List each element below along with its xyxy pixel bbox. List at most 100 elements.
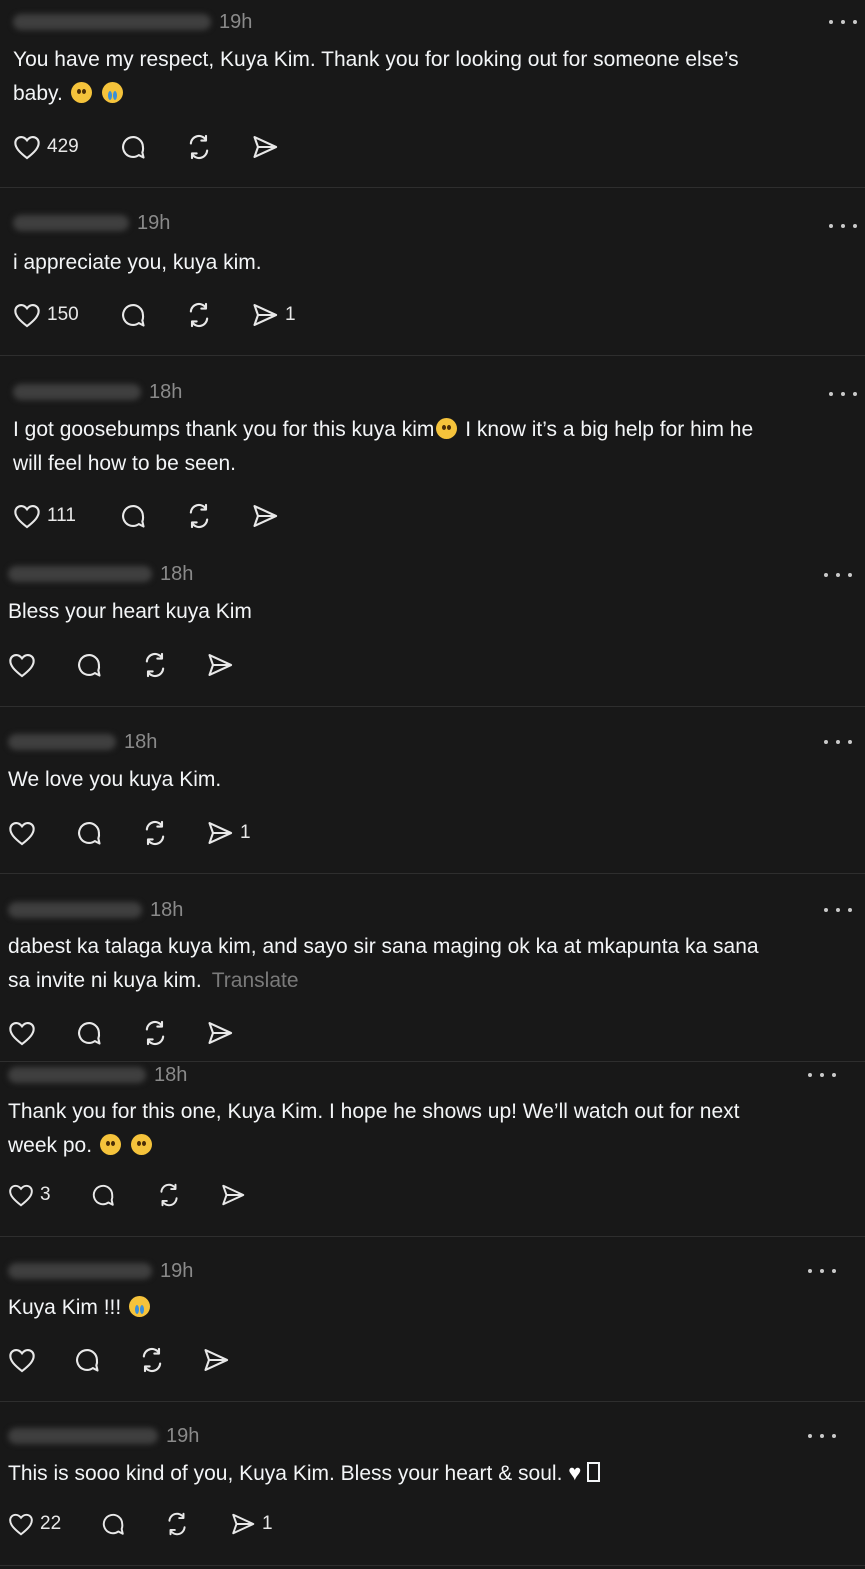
repost-button[interactable] <box>141 651 169 679</box>
post-time: 18h <box>149 380 183 403</box>
heart-icon <box>9 1184 33 1207</box>
share-button[interactable]: 1 <box>206 819 251 847</box>
repost-icon <box>168 1512 186 1536</box>
post-time: 19h <box>219 10 253 33</box>
username-blurred[interactable] <box>13 384 141 400</box>
post-text: I got goosebumps thank you for this kuya… <box>13 418 754 475</box>
comment-icon <box>78 1022 101 1045</box>
more-options-icon[interactable] <box>824 570 852 580</box>
translate-link[interactable]: Translate <box>212 969 299 992</box>
reply-button[interactable] <box>90 1182 116 1208</box>
heart-icon <box>9 1513 33 1536</box>
share-button[interactable] <box>206 1019 234 1047</box>
more-options-icon[interactable] <box>808 1070 836 1080</box>
crying-face-emoji <box>101 82 123 103</box>
post: 19h Kuya Kim !!! <box>0 1237 865 1402</box>
repost-button[interactable] <box>141 1019 169 1047</box>
like-button[interactable]: 429 <box>13 134 79 160</box>
username-blurred[interactable] <box>8 1428 158 1444</box>
repost-icon <box>145 820 165 846</box>
post-time: 19h <box>160 1259 194 1282</box>
share-count: 1 <box>285 304 296 325</box>
repost-icon <box>142 1347 162 1373</box>
like-button[interactable]: 111 <box>13 503 76 529</box>
more-options-icon[interactable] <box>824 905 852 915</box>
comment-icon <box>122 136 145 159</box>
username-blurred[interactable] <box>8 902 142 918</box>
repost-button[interactable] <box>185 133 213 161</box>
comment-icon <box>78 654 101 677</box>
username-blurred[interactable] <box>8 1067 146 1083</box>
post-text: We love you kuya Kim. <box>8 768 222 791</box>
like-count: 150 <box>47 304 79 325</box>
share-count: 1 <box>262 1513 273 1534</box>
share-button[interactable] <box>206 651 234 679</box>
send-icon <box>208 1022 233 1044</box>
post-time: 18h <box>160 562 194 585</box>
like-button[interactable] <box>8 820 36 846</box>
share-button[interactable] <box>251 502 279 530</box>
send-icon <box>222 1184 245 1206</box>
action-bar: 1 <box>8 817 308 849</box>
reply-button[interactable] <box>100 1511 126 1537</box>
reply-button[interactable] <box>119 502 147 530</box>
post-text: Thank you for this one, Kuya Kim. I hope… <box>8 1100 740 1157</box>
like-button[interactable] <box>8 1020 36 1046</box>
like-count: 22 <box>40 1513 62 1534</box>
repost-button[interactable] <box>141 819 169 847</box>
repost-button[interactable] <box>185 301 213 329</box>
send-icon <box>208 822 233 844</box>
more-options-icon[interactable] <box>808 1431 836 1441</box>
repost-button[interactable] <box>138 1346 166 1374</box>
comment-icon <box>78 822 101 845</box>
like-button[interactable]: 22 <box>8 1512 61 1536</box>
more-options-icon[interactable] <box>829 389 857 399</box>
like-count: 111 <box>47 505 76 526</box>
crying-face-emoji <box>129 1296 151 1317</box>
white-heart-emoji: ♥ <box>568 1460 582 1485</box>
action-bar <box>8 649 308 681</box>
username-blurred[interactable] <box>13 215 129 231</box>
more-options-icon[interactable] <box>824 737 852 747</box>
like-button[interactable]: 150 <box>13 302 79 328</box>
like-button[interactable]: 3 <box>8 1183 51 1207</box>
username-blurred[interactable] <box>8 1263 152 1279</box>
share-button[interactable]: 1 <box>230 1511 273 1537</box>
post: 19h You have my respect, Kuya Kim. Thank… <box>0 0 865 188</box>
reply-button[interactable] <box>119 133 147 161</box>
like-button[interactable] <box>8 1347 36 1373</box>
post-time: 18h <box>150 898 184 921</box>
reply-button[interactable] <box>73 1346 101 1374</box>
reply-button[interactable] <box>119 301 147 329</box>
like-count: 429 <box>47 136 79 157</box>
send-icon <box>208 654 233 676</box>
username-blurred[interactable] <box>8 566 152 582</box>
send-icon <box>204 1349 229 1371</box>
share-button[interactable] <box>202 1346 230 1374</box>
reply-button[interactable] <box>75 651 103 679</box>
repost-button[interactable] <box>185 502 213 530</box>
send-icon <box>232 1513 255 1535</box>
more-options-icon[interactable] <box>829 17 857 27</box>
share-button[interactable]: 1 <box>251 301 296 329</box>
username-blurred[interactable] <box>8 734 116 750</box>
send-icon <box>253 505 278 527</box>
action-bar: 150 1 <box>13 299 313 331</box>
share-button[interactable] <box>220 1182 246 1208</box>
post: 19h This is sooo kind of you, Kuya Kim. … <box>0 1402 865 1566</box>
repost-button[interactable] <box>164 1511 190 1537</box>
more-options-icon[interactable] <box>808 1266 836 1276</box>
share-count: 1 <box>240 822 251 843</box>
share-button[interactable] <box>251 133 279 161</box>
comment-icon <box>122 505 145 528</box>
username-blurred[interactable] <box>13 14 211 30</box>
repost-button[interactable] <box>156 1182 182 1208</box>
reply-button[interactable] <box>75 819 103 847</box>
reply-button[interactable] <box>75 1019 103 1047</box>
more-options-icon[interactable] <box>829 221 857 231</box>
heart-icon <box>14 304 40 328</box>
action-bar: 111 <box>13 500 313 532</box>
like-button[interactable] <box>8 652 36 678</box>
repost-icon <box>145 652 165 678</box>
post-time: 19h <box>166 1424 200 1447</box>
